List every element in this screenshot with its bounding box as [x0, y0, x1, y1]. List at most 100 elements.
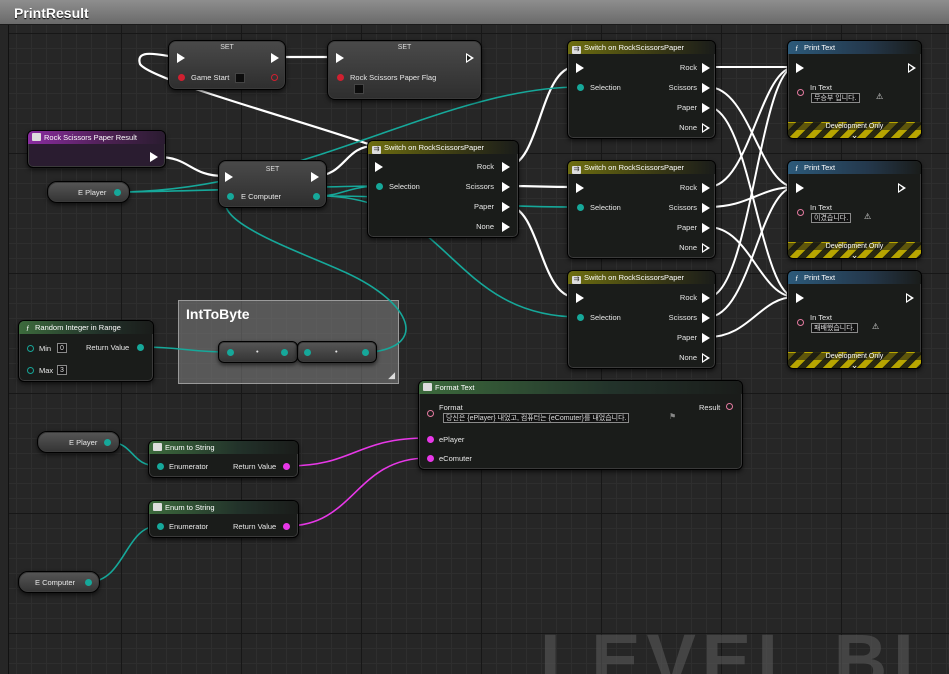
- exec-out-pin[interactable]: [906, 293, 914, 303]
- enum-to-string-node-1[interactable]: Enum to String Enumerator Return Value: [148, 440, 299, 478]
- exec-in-pin[interactable]: [576, 63, 584, 73]
- custom-event-node[interactable]: Rock Scissors Paper Result: [27, 130, 166, 168]
- eplayer-in-pin[interactable]: [427, 436, 434, 443]
- text-in-pin[interactable]: [797, 209, 804, 216]
- in-text-field[interactable]: 무승부 입니다.: [811, 93, 860, 103]
- checkbox[interactable]: [235, 73, 245, 83]
- checkbox[interactable]: [354, 84, 364, 94]
- exec-out-pin[interactable]: [311, 172, 319, 182]
- print-title: Print Text: [804, 273, 836, 282]
- set-flag-node[interactable]: SET Rock Scissors Paper Flag: [327, 40, 482, 100]
- exec-in-pin[interactable]: [177, 53, 185, 63]
- byte-out-pin[interactable]: [104, 439, 111, 446]
- eplayer-getter-node[interactable]: E Player: [47, 181, 130, 203]
- ecomputer-getter-node[interactable]: E Computer: [18, 571, 100, 593]
- exec-out-pin[interactable]: [150, 152, 158, 162]
- none-exec-pin[interactable]: [702, 353, 710, 363]
- scissors-exec-pin[interactable]: [502, 182, 510, 192]
- exec-out-pin[interactable]: [271, 53, 279, 63]
- max-value-field[interactable]: 3: [57, 365, 67, 375]
- print-text-node-draw[interactable]: f Print Text In Text 무승부 입니다. ⚠ Developme…: [787, 40, 922, 141]
- chevron-down-icon[interactable]: ⌄: [788, 360, 921, 371]
- selection-label: Selection: [590, 203, 621, 212]
- rock-exec-pin[interactable]: [702, 293, 710, 303]
- set-ecomputer-node[interactable]: SET E Computer: [218, 160, 327, 208]
- exec-in-pin[interactable]: [796, 183, 804, 193]
- bool-out-pin[interactable]: [271, 74, 278, 81]
- switch-main-node[interactable]: ⇉ Switch on RockScissorsPaper Selection R…: [367, 140, 519, 238]
- switch-rock-node[interactable]: ⇉ Switch on RockScissorsPaper Selection R…: [567, 40, 716, 139]
- exec-in-pin[interactable]: [576, 183, 584, 193]
- byte-in-pin[interactable]: [577, 204, 584, 211]
- byte-out-pin[interactable]: [114, 189, 121, 196]
- string-out-pin[interactable]: [283, 523, 290, 530]
- byte-in-pin[interactable]: [376, 183, 383, 190]
- scissors-exec-pin[interactable]: [702, 203, 710, 213]
- chevron-down-icon[interactable]: ⌄: [788, 130, 921, 141]
- in-text-field[interactable]: 패배했습니다.: [811, 323, 858, 333]
- chevron-down-icon[interactable]: ⌄: [788, 250, 921, 261]
- byte-in-pin[interactable]: [304, 349, 311, 356]
- rock-exec-pin[interactable]: [702, 63, 710, 73]
- rock-label: Rock: [679, 183, 697, 192]
- text-in-pin[interactable]: [797, 89, 804, 96]
- text-wire: [286, 437, 429, 467]
- exec-in-pin[interactable]: [336, 53, 344, 63]
- exec-out-pin[interactable]: [898, 183, 906, 193]
- switch-scissors-node[interactable]: ⇉ Switch on RockScissorsPaper Selection R…: [567, 160, 716, 259]
- paper-exec-pin[interactable]: [702, 103, 710, 113]
- eplayer-getter-node-2[interactable]: E Player: [37, 431, 120, 453]
- format-text-node[interactable]: Format Text Format 당신은 {ePlayer} 내었고, 컴퓨…: [418, 380, 743, 470]
- exec-in-pin[interactable]: [375, 162, 383, 172]
- exec-in-pin[interactable]: [576, 293, 584, 303]
- byte-in-pin[interactable]: [577, 84, 584, 91]
- format-in-pin[interactable]: [427, 410, 434, 417]
- byte-in-pin[interactable]: [577, 314, 584, 321]
- byte-out-pin[interactable]: [85, 579, 92, 586]
- exec-in-pin[interactable]: [796, 293, 804, 303]
- int-in-pin[interactable]: [227, 349, 234, 356]
- none-exec-pin[interactable]: [702, 123, 710, 133]
- scissors-exec-pin[interactable]: [702, 83, 710, 93]
- none-exec-pin[interactable]: [702, 243, 710, 253]
- string-out-pin[interactable]: [283, 463, 290, 470]
- exec-in-pin[interactable]: [225, 172, 233, 182]
- ecomuter-in-pin[interactable]: [427, 455, 434, 462]
- switch-paper-node[interactable]: ⇉ Switch on RockScissorsPaper Selection R…: [567, 270, 716, 369]
- paper-exec-pin[interactable]: [702, 223, 710, 233]
- paper-exec-pin[interactable]: [502, 202, 510, 212]
- print-title: Print Text: [804, 43, 836, 52]
- exec-in-pin[interactable]: [796, 63, 804, 73]
- result-out-pin[interactable]: [726, 403, 733, 410]
- rock-exec-pin[interactable]: [502, 162, 510, 172]
- int-out-pin[interactable]: [137, 344, 144, 351]
- min-pin[interactable]: [27, 345, 34, 352]
- random-integer-node[interactable]: f Random Integer in Range Min 0 Max 3 Ret…: [18, 320, 154, 382]
- print-text-node-win[interactable]: f Print Text In Text 이겼습니다. ⚠ Development…: [787, 160, 922, 261]
- format-value-field[interactable]: 당신은 {ePlayer} 내었고, 컴퓨터는 {eComuter}를 내었습니…: [443, 413, 630, 423]
- byte-out-pin[interactable]: [313, 193, 320, 200]
- in-text-field[interactable]: 이겼습니다.: [811, 213, 852, 223]
- bool-pin[interactable]: [178, 74, 185, 81]
- paper-exec-pin[interactable]: [702, 333, 710, 343]
- exec-out-pin[interactable]: [908, 63, 916, 73]
- print-text-node-lose[interactable]: f Print Text In Text 패배했습니다. ⚠ Developmen…: [787, 270, 922, 371]
- enum-to-string-node-2[interactable]: Enum to String Enumerator Return Value: [148, 500, 299, 538]
- none-exec-pin[interactable]: [502, 222, 510, 232]
- enum-out-pin[interactable]: [362, 349, 369, 356]
- enum-in-pin[interactable]: [157, 463, 164, 470]
- byte-to-enum-node[interactable]: •: [297, 341, 377, 363]
- byte-out-pin[interactable]: [281, 349, 288, 356]
- min-value-field[interactable]: 0: [57, 343, 67, 353]
- byte-in-pin[interactable]: [227, 193, 234, 200]
- exec-out-pin[interactable]: [466, 53, 474, 63]
- rock-exec-pin[interactable]: [702, 183, 710, 193]
- set-game-start-node[interactable]: SET Game Start: [168, 40, 286, 90]
- scissors-exec-pin[interactable]: [702, 313, 710, 323]
- enum-in-pin[interactable]: [157, 523, 164, 530]
- int-to-byte-node[interactable]: •: [218, 341, 298, 363]
- text-in-pin[interactable]: [797, 319, 804, 326]
- bool-pin[interactable]: [337, 74, 344, 81]
- selection-label: Selection: [590, 83, 621, 92]
- max-pin[interactable]: [27, 367, 34, 374]
